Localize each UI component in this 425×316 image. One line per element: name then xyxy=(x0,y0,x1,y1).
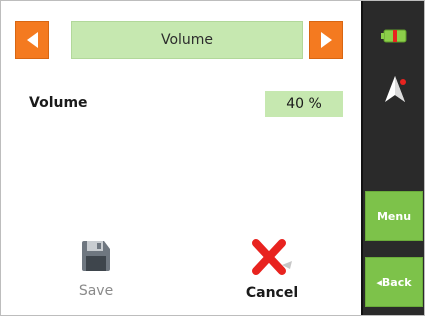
prev-button[interactable] xyxy=(15,21,49,59)
chevron-left-icon xyxy=(26,32,38,48)
volume-value-field[interactable]: 40 % xyxy=(265,91,343,117)
save-button[interactable]: Save xyxy=(51,239,141,315)
sidebar: Menu ◂Back xyxy=(361,1,424,315)
floppy-disk-icon xyxy=(82,241,110,271)
cancel-label: Cancel xyxy=(245,285,299,301)
page-title: Volume xyxy=(71,21,303,59)
save-label: Save xyxy=(78,283,114,299)
device-screen: Volume Volume 40 % Save Cancel Menu ◂Bac… xyxy=(0,0,425,316)
content-area: Volume Volume 40 % Save Cancel xyxy=(1,1,361,315)
battery-status xyxy=(363,23,424,49)
red-x-icon xyxy=(252,239,292,275)
menu-button[interactable]: Menu xyxy=(365,191,423,241)
navigation-button[interactable] xyxy=(363,71,424,107)
volume-label: Volume xyxy=(29,95,88,111)
header-bar: Volume xyxy=(11,19,359,63)
battery-icon xyxy=(380,29,406,43)
compass-arrow-icon xyxy=(384,76,406,102)
cancel-button[interactable]: Cancel xyxy=(227,239,317,315)
next-button[interactable] xyxy=(309,21,343,59)
volume-setting-row: Volume 40 % xyxy=(29,91,347,117)
chevron-right-icon xyxy=(320,32,332,48)
back-button[interactable]: ◂Back xyxy=(365,257,423,307)
